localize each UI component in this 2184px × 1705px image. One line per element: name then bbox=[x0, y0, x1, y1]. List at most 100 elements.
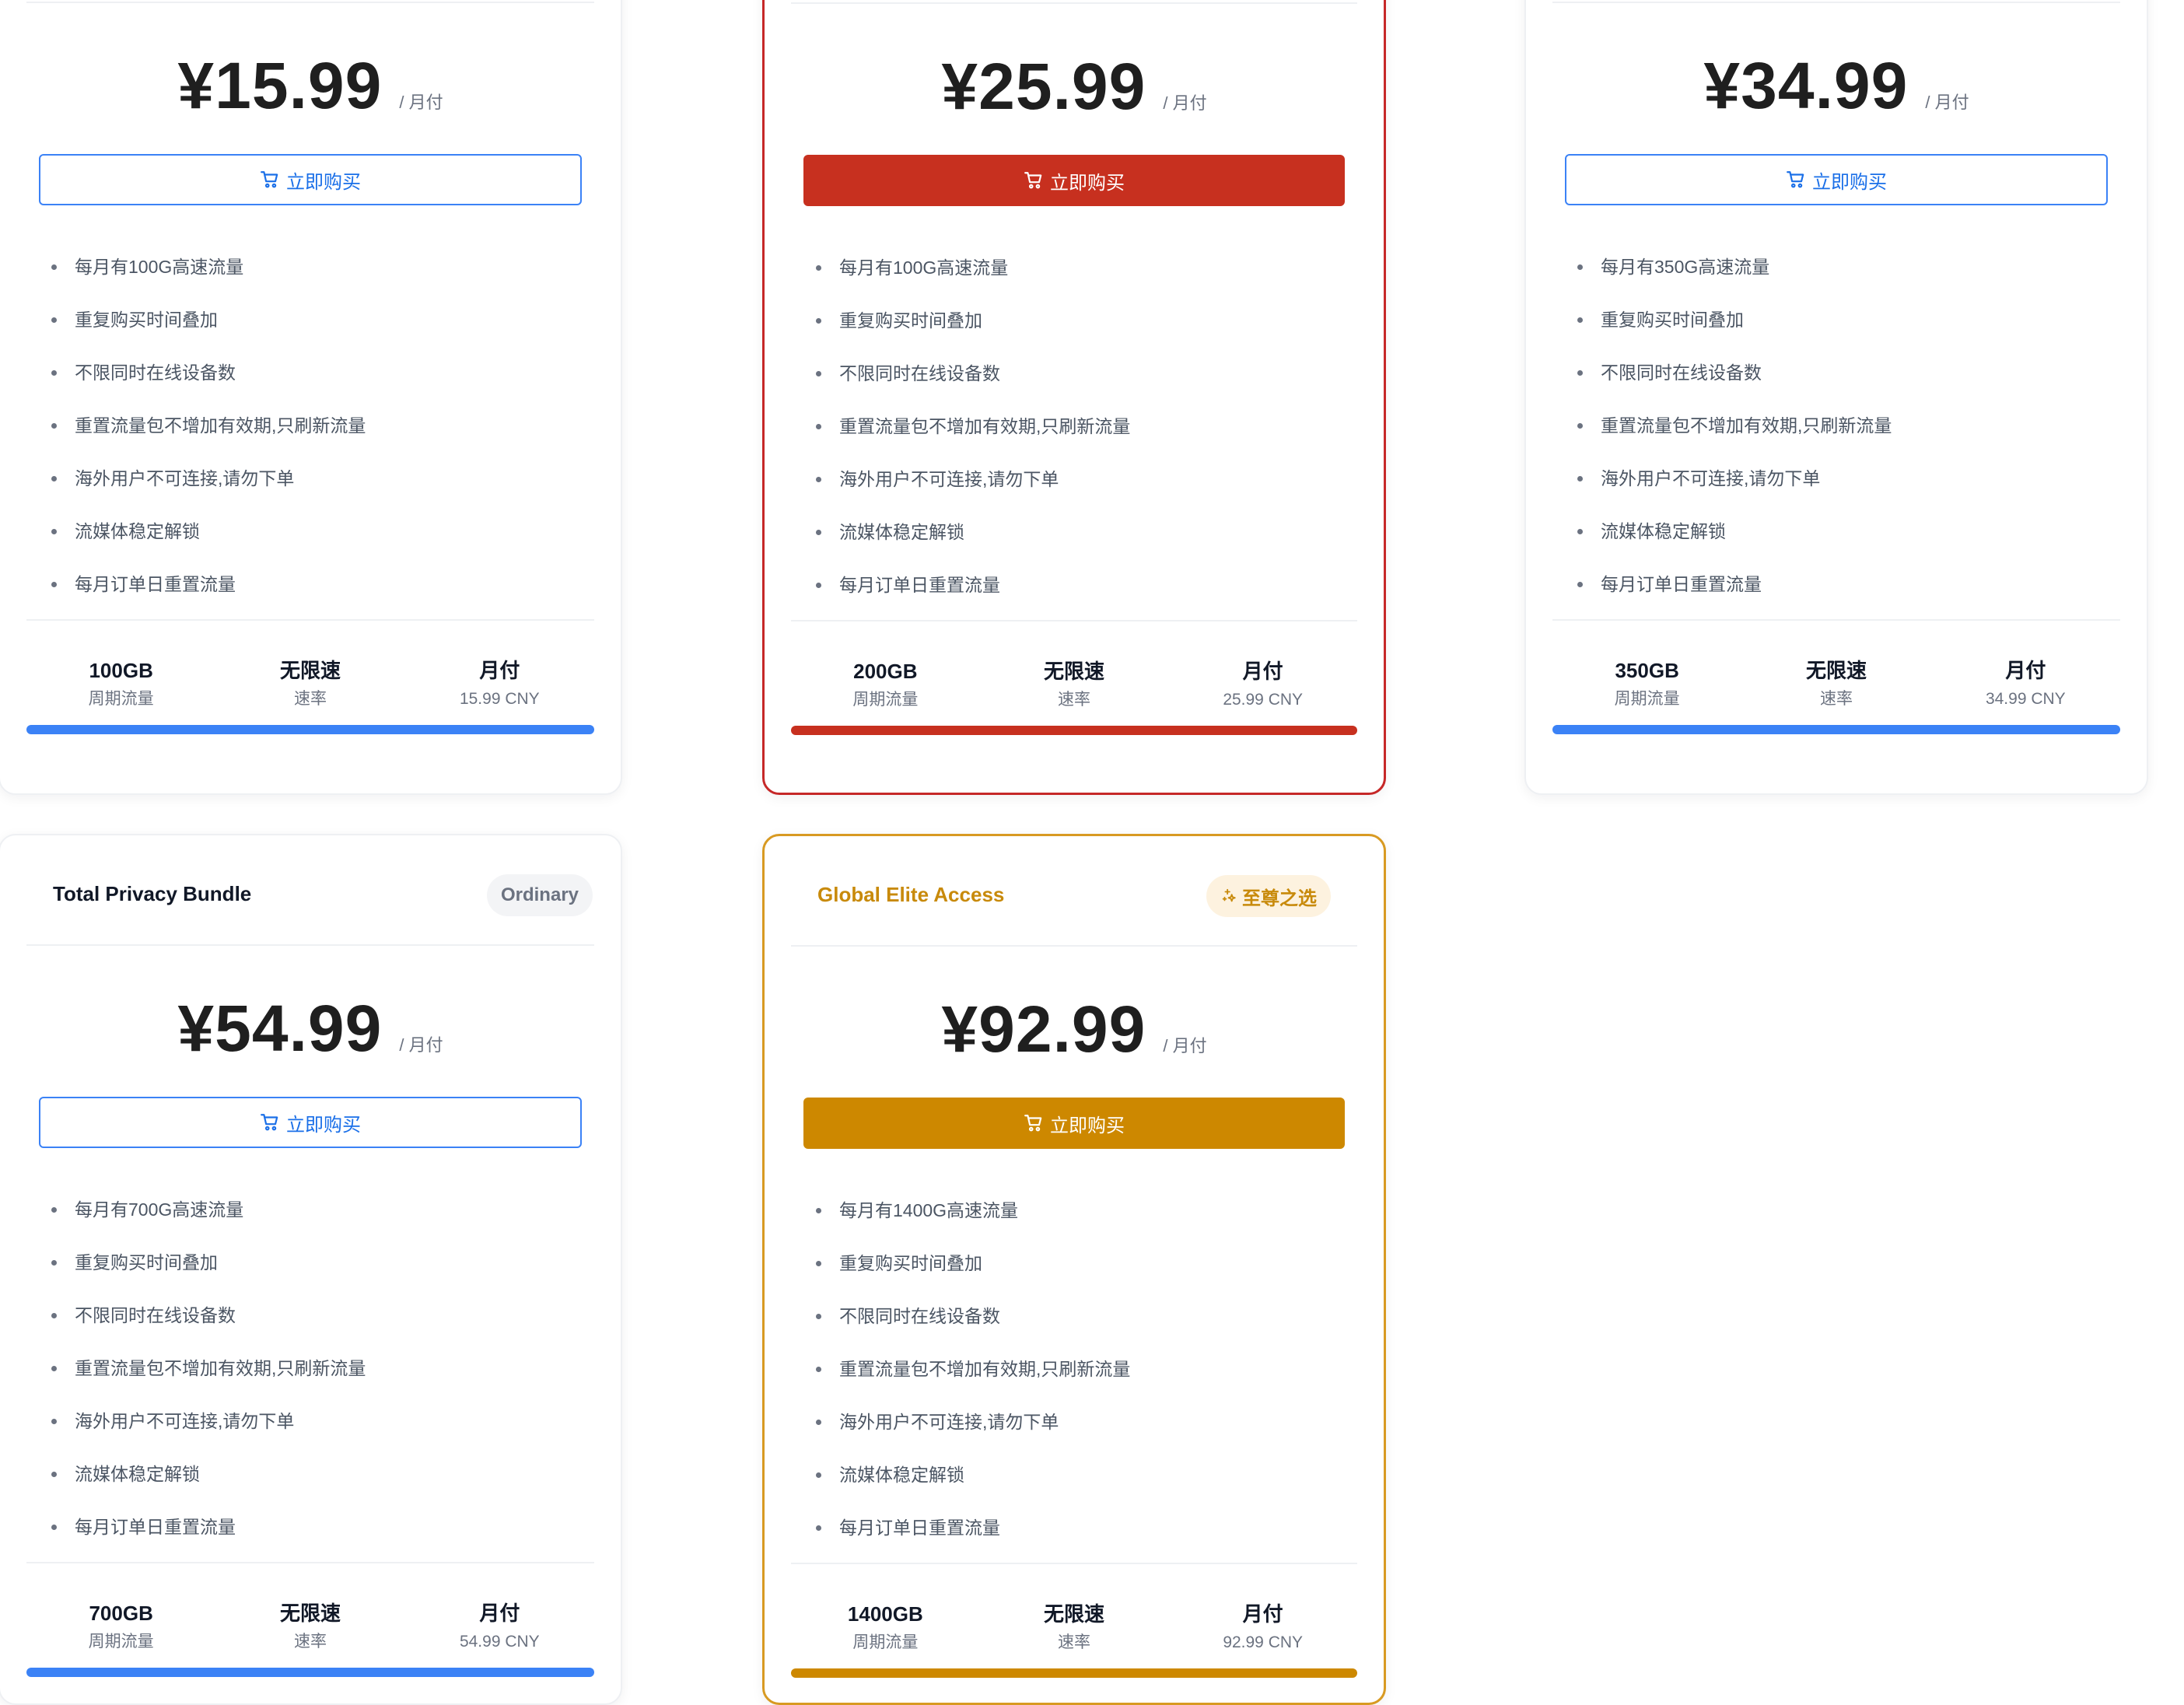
feature-item: 每月有1400G高速流量 bbox=[813, 1184, 1368, 1237]
stat-billing-value: 月付 bbox=[1242, 1602, 1283, 1626]
feature-item: 每月有350G高速流量 bbox=[1574, 240, 2131, 293]
feature-item: 不限同时在线设备数 bbox=[48, 1289, 605, 1342]
stat-speed-label: 速率 bbox=[1058, 691, 1090, 709]
feature-item: 重复购买时间叠加 bbox=[1574, 293, 2131, 346]
plan-card-2: ¥25.99 / 月付 立即购买 每月有100G高速流量 重复购买时间叠加 不限… bbox=[762, 0, 1386, 795]
plan-card-4: Total Privacy Bundle Ordinary ¥54.99 / 月… bbox=[0, 834, 622, 1705]
feature-item: 重置流量包不增加有效期,只刷新流量 bbox=[48, 1342, 605, 1395]
feature-item: 每月有100G高速流量 bbox=[813, 241, 1368, 294]
stat-billing-amount: 54.99 CNY bbox=[459, 1633, 540, 1651]
buy-button-label: 立即购买 bbox=[286, 1114, 361, 1136]
plan-name: Global Elite Access bbox=[817, 883, 1005, 906]
plan-price: ¥92.99 bbox=[941, 993, 1146, 1066]
plan-stats: 100GB 周期流量 无限速 速率 月付 15.99 CNY bbox=[26, 655, 594, 725]
feature-item: 不限同时在线设备数 bbox=[48, 346, 605, 399]
plan-stats: 1400GB 周期流量 无限速 速率 月付 92.99 CNY bbox=[791, 1598, 1357, 1668]
stat-billing: 月付 25.99 CNY bbox=[1168, 656, 1357, 726]
price-period: / 月付 bbox=[1925, 93, 1969, 112]
price-period: / 月付 bbox=[1163, 1036, 1207, 1056]
stat-traffic-value: 1400GB bbox=[847, 1602, 923, 1626]
stat-speed-label: 速率 bbox=[293, 690, 327, 708]
stats-divider bbox=[26, 1562, 594, 1563]
feature-item: 不限同时在线设备数 bbox=[813, 347, 1368, 400]
stat-traffic: 1400GB 周期流量 bbox=[791, 1598, 980, 1668]
plan-price: ¥25.99 bbox=[941, 50, 1146, 123]
stat-traffic: 200GB 周期流量 bbox=[791, 656, 980, 726]
stat-billing: 月付 34.99 CNY bbox=[1931, 655, 2120, 725]
accent-bar bbox=[26, 725, 594, 734]
cart-icon bbox=[1786, 170, 1806, 190]
stat-traffic-label: 周期流量 bbox=[852, 691, 919, 709]
buy-button-label: 立即购买 bbox=[286, 171, 361, 193]
stats-divider bbox=[1552, 619, 2120, 621]
buy-button[interactable]: 立即购买 bbox=[803, 155, 1345, 206]
stat-billing-value: 月付 bbox=[479, 659, 520, 682]
stat-speed-value: 无限速 bbox=[279, 659, 341, 682]
feature-item: 海外用户不可连接,请勿下单 bbox=[813, 453, 1368, 506]
stats-divider bbox=[791, 1563, 1357, 1564]
stat-traffic: 700GB 周期流量 bbox=[26, 1598, 215, 1668]
feature-item: 不限同时在线设备数 bbox=[1574, 346, 2131, 399]
buy-button[interactable]: 立即购买 bbox=[39, 154, 582, 205]
stat-speed: 无限速 速率 bbox=[980, 1598, 1169, 1668]
feature-item: 流媒体稳定解锁 bbox=[48, 1448, 605, 1500]
buy-button[interactable]: 立即购买 bbox=[803, 1098, 1345, 1149]
stat-traffic: 350GB 周期流量 bbox=[1552, 655, 1741, 725]
stat-traffic: 100GB 周期流量 bbox=[26, 655, 215, 725]
cart-icon bbox=[1024, 1113, 1044, 1133]
plan-card-5: Global Elite Access 至尊之选 ¥92.99 / 月付 立即购… bbox=[762, 834, 1386, 1705]
feature-item: 每月订单日重置流量 bbox=[813, 558, 1368, 611]
stat-speed-label: 速率 bbox=[1819, 690, 1853, 708]
stat-billing-value: 月付 bbox=[2005, 659, 2046, 682]
stat-speed-value: 无限速 bbox=[1805, 659, 1867, 682]
plan-card-3: ¥34.99 / 月付 立即购买 每月有350G高速流量 重复购买时间叠加 不限… bbox=[1524, 0, 2148, 795]
feature-item: 每月有700G高速流量 bbox=[48, 1183, 605, 1236]
feature-item: 每月订单日重置流量 bbox=[48, 1500, 605, 1553]
buy-button[interactable]: 立即购买 bbox=[1565, 154, 2108, 205]
plan-tag-label: Ordinary bbox=[500, 884, 579, 905]
price-period: / 月付 bbox=[399, 1035, 443, 1055]
buy-button[interactable]: 立即购买 bbox=[39, 1097, 582, 1148]
feature-item: 重复购买时间叠加 bbox=[48, 1236, 605, 1289]
feature-item: 重置流量包不增加有效期,只刷新流量 bbox=[1574, 399, 2131, 452]
stat-traffic-value: 100GB bbox=[89, 659, 153, 682]
card-header-divider bbox=[791, 0, 1357, 4]
plan-price: ¥54.99 bbox=[177, 992, 383, 1065]
card-header-divider bbox=[1552, 0, 2120, 3]
feature-item: 每月订单日重置流量 bbox=[48, 558, 605, 611]
stat-billing: 月付 92.99 CNY bbox=[1168, 1598, 1357, 1668]
stat-speed-label: 速率 bbox=[1058, 1633, 1090, 1651]
stat-billing-value: 月付 bbox=[479, 1602, 520, 1625]
stat-speed: 无限速 速率 bbox=[980, 656, 1169, 726]
stat-traffic-value: 200GB bbox=[853, 660, 918, 683]
feature-item: 重复购买时间叠加 bbox=[48, 293, 605, 346]
feature-list: 每月有100G高速流量 重复购买时间叠加 不限同时在线设备数 重置流量包不增加有… bbox=[813, 241, 1368, 611]
plan-stats: 700GB 周期流量 无限速 速率 月付 54.99 CNY bbox=[26, 1598, 594, 1668]
stat-billing-amount: 15.99 CNY bbox=[459, 690, 540, 708]
stat-billing-amount: 92.99 CNY bbox=[1223, 1633, 1304, 1651]
stat-billing-value: 月付 bbox=[1242, 660, 1283, 683]
feature-item: 每月有100G高速流量 bbox=[48, 240, 605, 293]
sparkle-icon bbox=[1220, 888, 1237, 905]
card-header-divider bbox=[26, 0, 594, 3]
cart-icon bbox=[260, 170, 280, 190]
feature-list: 每月有1400G高速流量 重复购买时间叠加 不限同时在线设备数 重置流量包不增加… bbox=[813, 1184, 1368, 1554]
plan-stats: 200GB 周期流量 无限速 速率 月付 25.99 CNY bbox=[791, 656, 1357, 726]
plan-stats: 350GB 周期流量 无限速 速率 月付 34.99 CNY bbox=[1552, 655, 2120, 725]
plan-name: Total Privacy Bundle bbox=[53, 882, 252, 905]
stat-speed-value: 无限速 bbox=[279, 1602, 341, 1625]
plan-price: ¥34.99 bbox=[1703, 49, 1909, 122]
feature-list: 每月有350G高速流量 重复购买时间叠加 不限同时在线设备数 重置流量包不增加有… bbox=[1574, 240, 2131, 611]
feature-item: 流媒体稳定解锁 bbox=[48, 505, 605, 558]
feature-item: 海外用户不可连接,请勿下单 bbox=[813, 1395, 1368, 1448]
stat-billing: 月付 15.99 CNY bbox=[405, 655, 594, 725]
cart-icon bbox=[1024, 170, 1044, 191]
plan-tag: 至尊之选 bbox=[1206, 875, 1331, 917]
card-header: Global Elite Access 至尊之选 bbox=[791, 836, 1357, 947]
stat-traffic-label: 周期流量 bbox=[1614, 690, 1680, 708]
plan-tag: Ordinary bbox=[486, 874, 593, 916]
buy-button-label: 立即购买 bbox=[1812, 171, 1887, 193]
stat-speed: 无限速 速率 bbox=[215, 655, 404, 725]
stat-billing-amount: 34.99 CNY bbox=[1985, 690, 2066, 708]
feature-item: 流媒体稳定解锁 bbox=[813, 506, 1368, 558]
